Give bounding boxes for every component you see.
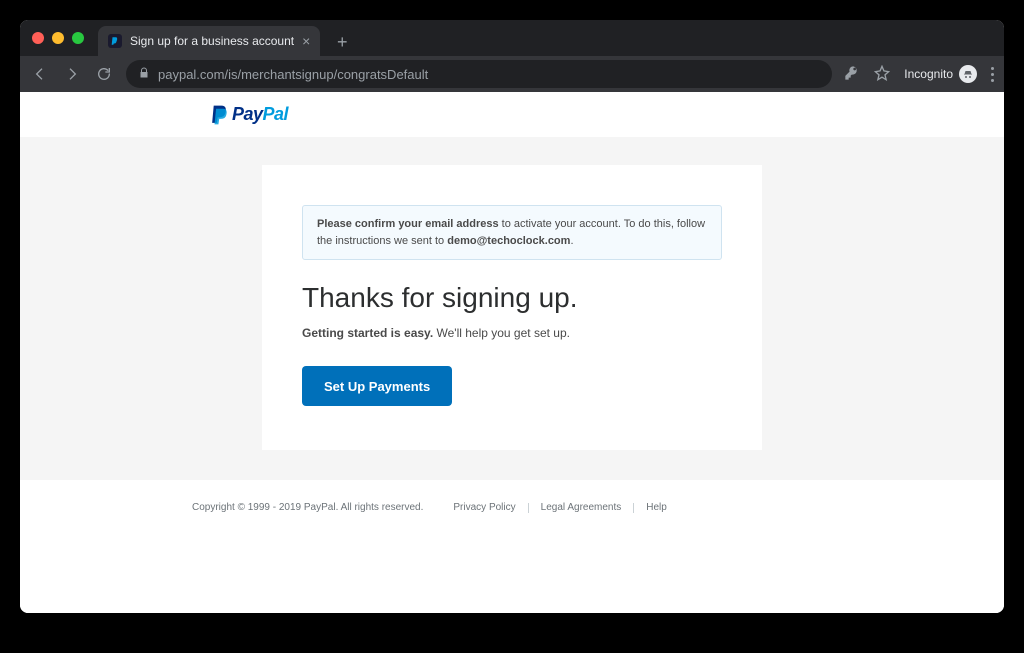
maximize-window-button[interactable]: [72, 32, 84, 44]
reload-button[interactable]: [94, 64, 114, 84]
page-heading: Thanks for signing up.: [302, 282, 722, 314]
url-text: paypal.com/is/merchantsignup/congratsDef…: [158, 67, 428, 82]
new-tab-button[interactable]: +: [328, 28, 356, 56]
subtext-bold: Getting started is easy.: [302, 326, 433, 340]
window-controls: [28, 20, 90, 56]
footer-link-privacy[interactable]: Privacy Policy: [453, 502, 515, 513]
site-footer: Copyright © 1999 - 2019 PayPal. All righ…: [20, 480, 1004, 535]
page-content: PayPal Please confirm your email address…: [20, 92, 1004, 613]
forward-button[interactable]: [62, 64, 82, 84]
site-header: PayPal: [20, 92, 1004, 137]
tab-title: Sign up for a business account: [130, 34, 294, 48]
back-button[interactable]: [30, 64, 50, 84]
browser-menu-button[interactable]: [991, 67, 994, 82]
footer-separator: [528, 503, 529, 513]
close-tab-icon[interactable]: ×: [302, 34, 310, 48]
notice-period: .: [570, 235, 573, 247]
page-subtext: Getting started is easy. We'll help you …: [302, 326, 722, 340]
main-section: Please confirm your email address to act…: [20, 137, 1004, 480]
lock-icon: [138, 67, 150, 82]
paypal-logo[interactable]: PayPal: [210, 104, 288, 126]
browser-toolbar: paypal.com/is/merchantsignup/congratsDef…: [20, 56, 1004, 92]
notice-email: demo@techoclock.com: [447, 235, 570, 247]
footer-link-help[interactable]: Help: [646, 502, 667, 513]
incognito-badge: Incognito: [904, 65, 977, 83]
key-icon[interactable]: [844, 65, 860, 84]
content-card: Please confirm your email address to act…: [262, 165, 762, 450]
browser-tab[interactable]: Sign up for a business account ×: [98, 26, 320, 56]
footer-separator: [633, 503, 634, 513]
close-window-button[interactable]: [32, 32, 44, 44]
subtext-rest: We'll help you get set up.: [433, 326, 570, 340]
address-bar[interactable]: paypal.com/is/merchantsignup/congratsDef…: [126, 60, 832, 88]
minimize-window-button[interactable]: [52, 32, 64, 44]
footer-copyright: Copyright © 1999 - 2019 PayPal. All righ…: [192, 502, 423, 513]
paypal-logo-text: PayPal: [232, 104, 288, 125]
footer-link-legal[interactable]: Legal Agreements: [541, 502, 622, 513]
browser-window: Sign up for a business account × + paypa…: [20, 20, 1004, 613]
setup-payments-button[interactable]: Set Up Payments: [302, 366, 452, 406]
bookmark-star-icon[interactable]: [874, 65, 890, 84]
incognito-icon: [959, 65, 977, 83]
notice-bold: Please confirm your email address: [317, 218, 499, 230]
confirm-email-notice: Please confirm your email address to act…: [302, 205, 722, 260]
incognito-label: Incognito: [904, 67, 953, 81]
tab-strip: Sign up for a business account × +: [20, 20, 1004, 56]
tab-favicon: [108, 34, 122, 48]
paypal-logo-mark: [210, 104, 230, 126]
